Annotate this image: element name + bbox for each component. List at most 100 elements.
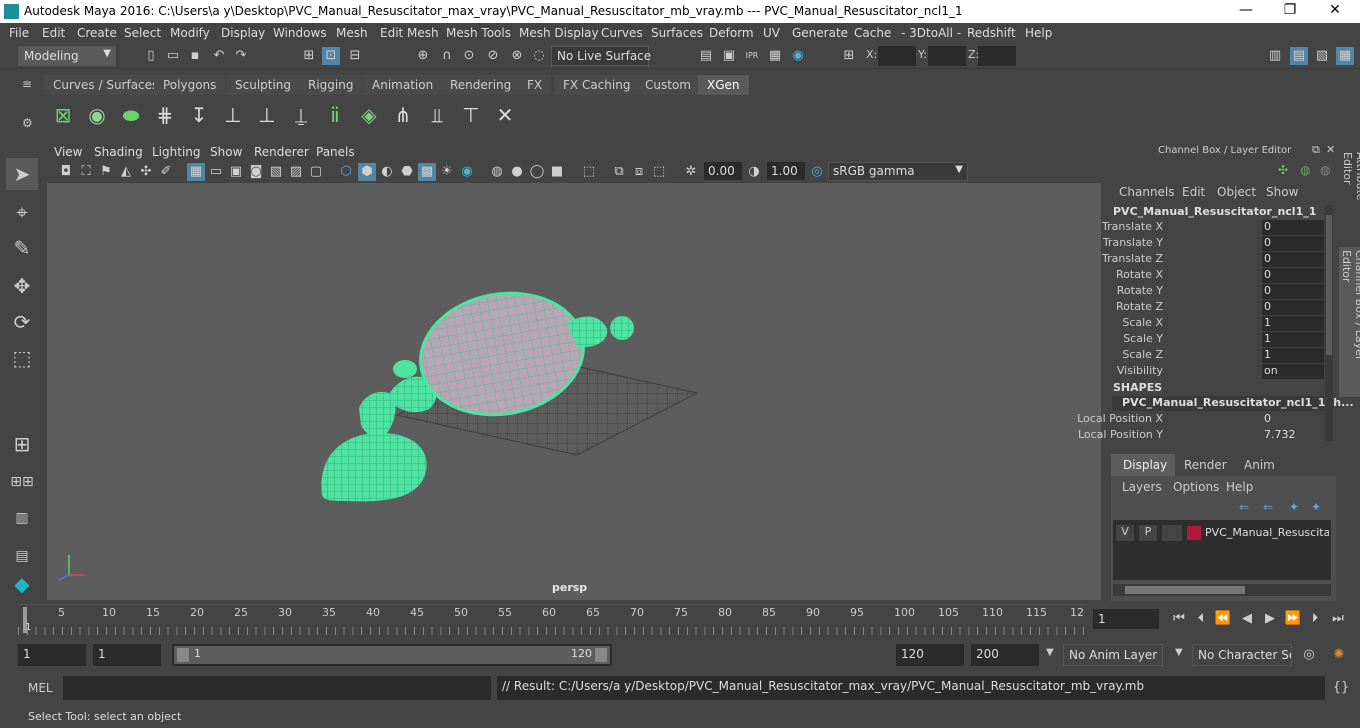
panel-menu-view[interactable]: View (54, 145, 82, 159)
auto-key-icon[interactable]: ◎ (1300, 646, 1318, 664)
depth-of-field-icon[interactable]: ◯ (528, 163, 546, 181)
layer-color-swatch[interactable] (1187, 526, 1201, 540)
channel-translate-z[interactable]: Translate Z0 (1102, 252, 1328, 268)
menu-help[interactable]: Help (1025, 26, 1052, 40)
layer-name[interactable]: PVC_Manual_Resuscitato (1205, 526, 1329, 539)
safe-action-icon[interactable]: ▨ (287, 163, 305, 181)
render-view-icon[interactable]: ▦ (766, 47, 784, 65)
grease-pencil-icon[interactable]: ✐ (157, 163, 175, 181)
new-scene-icon[interactable]: ▯ (142, 47, 160, 65)
shelf-tab-custom[interactable]: Custom (636, 75, 700, 95)
ipr-render-icon[interactable]: IPR (743, 47, 761, 65)
go-to-start-icon[interactable]: ⏮ (1170, 610, 1188, 628)
snap-grid-icon[interactable]: ⊕ (414, 47, 432, 65)
xray-active-icon[interactable]: ⧈ (630, 163, 648, 181)
float-panel-icon[interactable]: ⧉ (1312, 143, 1320, 157)
move-layer-up-icon[interactable]: ⇐ (1239, 500, 1249, 514)
wireframe-icon[interactable]: ⬡ (337, 163, 355, 181)
menu-edit-mesh[interactable]: Edit Mesh (380, 26, 439, 40)
shelf-tab-animation[interactable]: Animation (363, 75, 443, 95)
layer-tab-display[interactable]: Display (1111, 454, 1175, 476)
menu-modify[interactable]: Modify (170, 26, 210, 40)
go-to-end-icon[interactable]: ⏭ (1329, 610, 1347, 628)
menu-deform[interactable]: Deform (709, 26, 754, 40)
isolate-select-icon[interactable]: ⬚ (580, 163, 598, 181)
camera-attr-icon[interactable]: ⛶ (77, 163, 95, 181)
grid-toggle-icon[interactable]: ▦ (187, 163, 205, 181)
channel-menu-edit[interactable]: Edit (1182, 185, 1205, 199)
character-set-chevron-icon[interactable]: ▼ (1175, 647, 1183, 658)
camera-select-icon[interactable]: ◘ (57, 163, 75, 181)
modeling-toolkit-icon[interactable]: ▥ (1266, 47, 1284, 65)
xgen-preview-icon[interactable]: ◉ (82, 100, 112, 130)
z-input[interactable] (978, 46, 1016, 66)
wireframe-on-shaded-icon[interactable]: ◐ (378, 163, 396, 181)
menu-surfaces[interactable]: Surfaces (651, 26, 703, 40)
live-surface-icon[interactable]: ◌ (530, 47, 548, 65)
close-panel-icon[interactable]: ✕ (1326, 143, 1335, 156)
channel-scale-x[interactable]: Scale X1 (1108, 316, 1328, 332)
channel-menu-object[interactable]: Object (1217, 185, 1256, 199)
field-chart-icon[interactable]: ▧ (267, 163, 285, 181)
shelf-tab-fx-caching[interactable]: FX Caching (554, 75, 640, 95)
hypershade-icon[interactable]: ◉ (789, 47, 807, 65)
open-scene-icon[interactable]: ▭ (164, 47, 182, 65)
menu-file[interactable]: File (9, 26, 29, 40)
exposure-icon[interactable]: ✲ (682, 163, 700, 181)
two-pane-layout-icon[interactable]: ▥ (6, 502, 38, 534)
four-pane-layout-icon[interactable]: ⊞⊞ (6, 466, 38, 498)
channel-box-layer-editor-tab[interactable]: Channel Box / Layer Editor (1339, 247, 1360, 397)
anim-layer-chevron-icon[interactable]: ▼ (1046, 647, 1054, 658)
close-button[interactable]: ✕ (1325, 2, 1345, 20)
menu-generate[interactable]: Generate (792, 26, 848, 40)
select-hierarchy-icon[interactable]: ⊞ (300, 47, 318, 65)
shelf-menu-icon[interactable]: ≡ (22, 77, 32, 91)
xgen-guide-sculpt-icon[interactable]: ⊥ (252, 100, 282, 130)
minimize-button[interactable]: — (1236, 2, 1256, 20)
render-frame-icon[interactable]: ▣ (720, 47, 738, 65)
layer-row[interactable]: V P PVC_Manual_Resuscitato (1113, 524, 1331, 542)
xgen-cut-icon[interactable]: ⫫ (422, 100, 452, 130)
exposure-input[interactable]: 0.00 (704, 162, 742, 180)
selected-object-name[interactable]: PVC_Manual_Resuscitator_ncl1_1 (1113, 205, 1316, 218)
channel-menu-channels[interactable]: Channels (1119, 185, 1175, 199)
channel-local-position-x[interactable]: Local Position X0 (1077, 412, 1328, 428)
gate-mask-icon[interactable]: ◙ (247, 163, 265, 181)
channel-menu-show[interactable]: Show (1266, 185, 1298, 199)
step-back-key-icon[interactable]: ⏪ (1214, 610, 1232, 628)
time-ruler[interactable]: 1 5 10 15 20 25 30 35 40 45 50 55 60 65 … (18, 604, 1086, 635)
render-settings-icon[interactable]: ▤ (697, 47, 715, 65)
snap-view-icon[interactable]: ⊘ (484, 47, 502, 65)
character-set-dropdown[interactable]: No Character Set (1192, 644, 1292, 666)
xgen-add-guides-icon[interactable]: ⋕ (150, 100, 180, 130)
step-back-frame-icon[interactable]: ⏴ (1192, 610, 1210, 628)
range-end-grip[interactable] (595, 648, 607, 662)
panel-menu-renderer[interactable]: Renderer (254, 145, 309, 159)
gamma-icon[interactable]: ◑ (745, 163, 763, 181)
move-layer-down-icon[interactable]: ⇐ (1263, 500, 1273, 514)
menu-select[interactable]: Select (124, 26, 161, 40)
panel-menu-lighting[interactable]: Lighting (152, 145, 201, 159)
backface-icon[interactable]: ⬚ (650, 163, 668, 181)
menu-mesh-tools[interactable]: Mesh Tools (446, 26, 511, 40)
time-slider[interactable]: 1 5 10 15 20 25 30 35 40 45 50 55 60 65 … (0, 604, 1360, 636)
shelf-options-icon[interactable]: ⚙ (22, 116, 33, 130)
layer-visibility-toggle[interactable]: V (1116, 525, 1134, 541)
select-object-icon[interactable]: ⊡ (322, 47, 340, 65)
xgen-place-guides-icon[interactable]: ↧ (184, 100, 214, 130)
textured-icon[interactable]: ⬣ (398, 163, 416, 181)
xgen-groom-icon[interactable]: ⅱ (320, 100, 350, 130)
xgen-create-description-icon[interactable]: ⬬ (116, 100, 146, 130)
layer-tab-render[interactable]: Render (1176, 454, 1236, 476)
menu-redshift[interactable]: Redshift (967, 26, 1016, 40)
range-slider[interactable]: 1 120 (172, 644, 612, 666)
maximize-button[interactable]: ❐ (1280, 2, 1300, 20)
ambient-occlusion-icon[interactable]: ◉ (458, 163, 476, 181)
xgen-length-icon[interactable]: ⊤ (456, 100, 486, 130)
channel-toggle2-icon[interactable]: ◍ (1320, 163, 1330, 177)
xgen-editor-icon[interactable]: ⊠ (48, 100, 78, 130)
transform-input-icon[interactable]: ⊞ (840, 47, 858, 65)
channel-local-position-y[interactable]: Local Position Y 7.732 (1078, 428, 1328, 444)
channel-rotate-z[interactable]: Rotate Z0 (1108, 300, 1328, 316)
step-forward-key-icon[interactable]: ⏩ (1284, 610, 1302, 628)
